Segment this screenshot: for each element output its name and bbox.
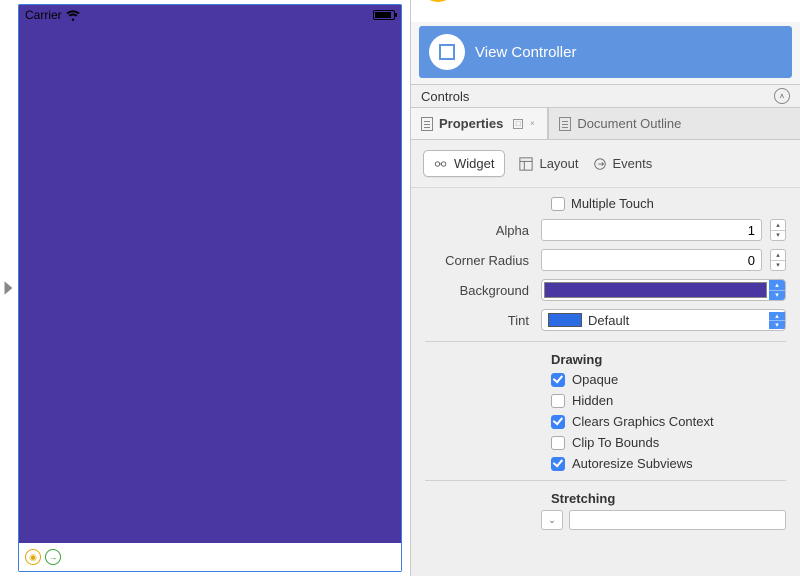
- drawing-group-header: Drawing: [411, 348, 800, 369]
- tint-dropdown-icon[interactable]: ▴▾: [769, 312, 785, 329]
- widget-icon: [434, 157, 448, 171]
- alpha-label: Alpha: [425, 223, 535, 238]
- separator: [425, 341, 786, 342]
- corner-radius-stepper[interactable]: ▴▾: [770, 249, 786, 271]
- hierarchy-selected-item[interactable]: View Controller: [419, 26, 792, 78]
- tint-color-picker[interactable]: Default ▴▾: [541, 309, 786, 331]
- device-footer: ◉ →: [19, 543, 401, 571]
- panel-tabs: Properties □ × Document Outline: [411, 108, 800, 140]
- multiple-touch-checkbox[interactable]: [551, 197, 565, 211]
- background-color-picker[interactable]: ▴▾: [541, 279, 786, 301]
- device-preview[interactable]: Carrier ◉ →: [18, 4, 402, 572]
- multiple-touch-label: Multiple Touch: [571, 196, 654, 211]
- document-outline-icon: [559, 117, 571, 131]
- parent-node-icon[interactable]: [419, 0, 457, 2]
- clears-graphics-checkbox[interactable]: [551, 415, 565, 429]
- controls-header-label: Controls: [421, 89, 469, 104]
- statusbar-carrier-label: Carrier: [25, 8, 62, 22]
- tab-properties[interactable]: Properties □ ×: [411, 108, 548, 139]
- hidden-label: Hidden: [572, 393, 613, 408]
- events-icon: [593, 157, 607, 171]
- subtab-events[interactable]: Events: [593, 156, 653, 171]
- expand-arrow-icon[interactable]: [0, 0, 18, 576]
- tab-document-outline[interactable]: Document Outline: [548, 108, 691, 139]
- tab-detach-icon[interactable]: □: [513, 119, 523, 129]
- alpha-field[interactable]: [541, 219, 762, 241]
- exit-icon[interactable]: →: [45, 549, 61, 565]
- tint-label: Tint: [425, 313, 535, 328]
- alpha-stepper[interactable]: ▴▾: [770, 219, 786, 241]
- tab-properties-label: Properties: [439, 116, 503, 131]
- tint-swatch: [548, 313, 582, 327]
- design-canvas: Carrier ◉ →: [0, 0, 410, 576]
- stretching-dropdown[interactable]: ⌄: [541, 510, 563, 530]
- tab-close-icon[interactable]: ×: [527, 119, 537, 129]
- corner-radius-field[interactable]: [541, 249, 762, 271]
- corner-radius-label: Corner Radius: [425, 253, 535, 268]
- subtab-widget-label: Widget: [454, 156, 494, 171]
- hierarchy-cutoff: [411, 0, 800, 22]
- properties-body: Multiple Touch Alpha ▴▾ Corner Radius ▴▾…: [411, 188, 800, 576]
- tint-value-label: Default: [588, 313, 769, 328]
- properties-icon: [421, 117, 433, 131]
- hierarchy-item-title: View Controller: [475, 44, 576, 61]
- autoresize-checkbox[interactable]: [551, 457, 565, 471]
- opaque-label: Opaque: [572, 372, 618, 387]
- tab-outline-label: Document Outline: [577, 116, 681, 131]
- layout-icon: [519, 157, 533, 171]
- first-responder-icon[interactable]: ◉: [25, 549, 41, 565]
- battery-icon: [373, 10, 395, 20]
- device-view-body[interactable]: [19, 25, 401, 543]
- subtab-events-label: Events: [613, 156, 653, 171]
- controls-section-header[interactable]: Controls ˄: [411, 84, 800, 108]
- background-label: Background: [425, 283, 535, 298]
- subtab-layout-label: Layout: [539, 156, 578, 171]
- property-subtabs: Widget Layout Events: [411, 140, 800, 188]
- clip-to-bounds-checkbox[interactable]: [551, 436, 565, 450]
- subtab-widget[interactable]: Widget: [423, 150, 505, 177]
- background-swatch: [544, 282, 767, 298]
- chevron-up-icon[interactable]: ˄: [774, 88, 790, 104]
- autoresize-label: Autoresize Subviews: [572, 456, 693, 471]
- opaque-checkbox[interactable]: [551, 373, 565, 387]
- view-controller-icon: [429, 34, 465, 70]
- device-statusbar: Carrier: [19, 5, 401, 25]
- stretching-x-field[interactable]: [569, 510, 786, 530]
- wifi-icon: [66, 8, 80, 22]
- inspector-panel: View Controller Controls ˄ Properties □ …: [410, 0, 800, 576]
- clears-graphics-label: Clears Graphics Context: [572, 414, 714, 429]
- color-dropdown-icon[interactable]: ▴▾: [769, 280, 785, 300]
- subtab-layout[interactable]: Layout: [519, 156, 578, 171]
- separator: [425, 480, 786, 481]
- hidden-checkbox[interactable]: [551, 394, 565, 408]
- stretching-group-header: Stretching: [411, 487, 800, 508]
- clip-to-bounds-label: Clip To Bounds: [572, 435, 659, 450]
